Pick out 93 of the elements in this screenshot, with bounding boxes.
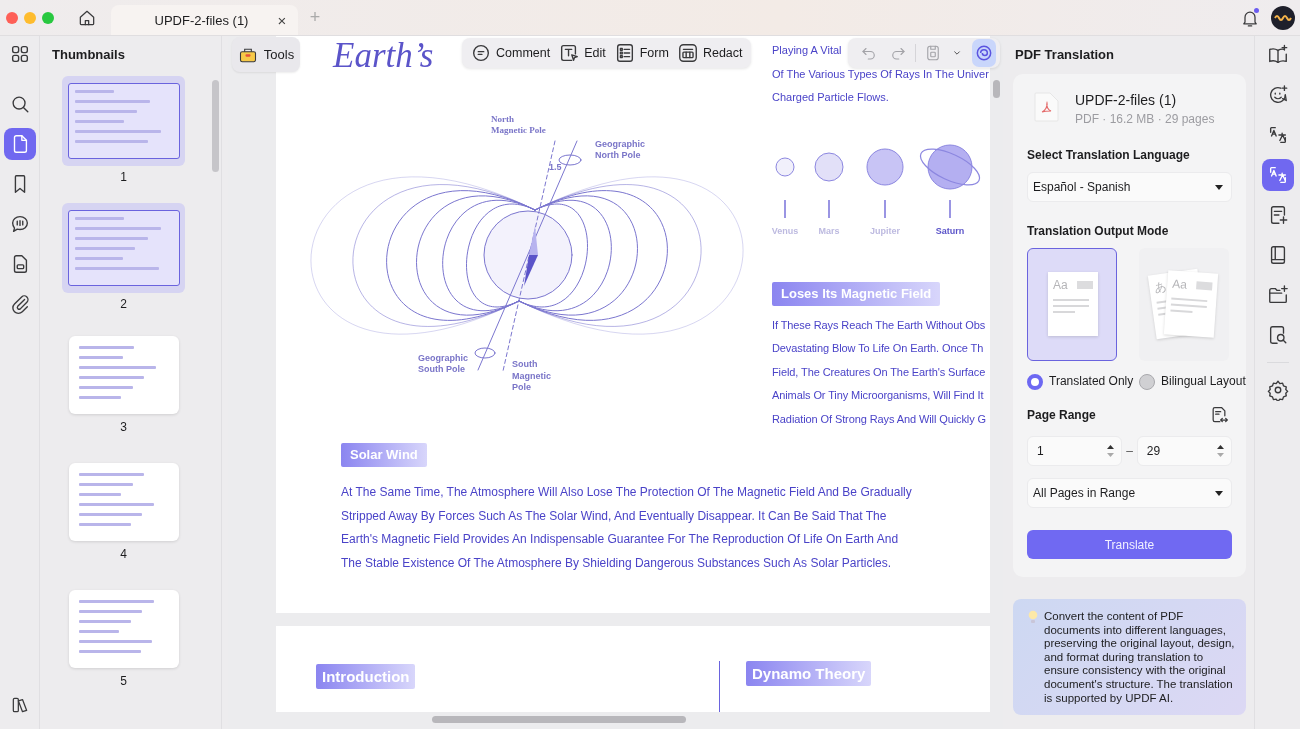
caret-icon: [1215, 184, 1223, 190]
document-title: Earth’s: [333, 36, 435, 76]
tab-close-button[interactable]: ×: [272, 11, 292, 29]
planet-icon: [866, 147, 904, 186]
panel-title: PDF Translation: [1014, 46, 1115, 64]
field-label: Translation Output Mode: [1027, 224, 1170, 238]
planet-icon: [775, 156, 795, 177]
page-scope-dropdown[interactable]: All Pages in Range: [1027, 478, 1232, 508]
tab-title: UPDF-2-files (1): [153, 12, 250, 28]
page-number: 4: [120, 547, 127, 561]
text-line: At The Same Time, The Atmosphere Will Also Lose The Protection Of The Magnetic Field And Be Gradually: [341, 484, 913, 501]
planet-icon: [917, 141, 983, 192]
page-number: 2: [120, 297, 127, 311]
toolbar-button[interactable]: Form: [609, 39, 673, 67]
section-heading: Solar Wind: [341, 443, 427, 467]
field-label: Page Range: [1027, 408, 1096, 422]
number-field[interactable]: 29: [1136, 436, 1232, 466]
text-line: If These Rays Reach The Earth Without Obs: [772, 317, 986, 333]
planet-label: Mars: [818, 224, 840, 238]
radio-button[interactable]: [1027, 374, 1043, 390]
folder-sparkle-icon: [1266, 284, 1289, 306]
text-line: Charged Particle Flows.: [772, 90, 889, 105]
section-heading: Dynamo Theory: [746, 661, 872, 686]
page-thumbnail[interactable]: [62, 203, 185, 293]
book-sparkle-icon: [1266, 44, 1289, 66]
text-line: Playing A Vital: [772, 43, 842, 58]
text-line: Field, The Creatures On The Earth's Surface: [772, 364, 986, 380]
avatar[interactable]: [1271, 5, 1295, 30]
text-line: Radiation Of Strong Rays And Will Quickly G: [772, 411, 986, 427]
diagram-label: North Magnetic Pole: [491, 114, 546, 135]
speech-bubble-icon: [470, 42, 492, 64]
planet-icon: [814, 151, 844, 182]
diagram-label: Geographic North Pole: [595, 139, 645, 160]
file-name: UPDF-2-files (1): [1075, 92, 1178, 108]
sample-text: あ: [1153, 278, 1168, 295]
scrollbar-thumb[interactable]: [212, 80, 219, 172]
radio-button[interactable]: [1139, 374, 1155, 390]
planet-label: Jupiter: [870, 224, 900, 238]
panel-title: Thumbnails: [51, 46, 126, 64]
page-thumbnail[interactable]: [68, 336, 179, 414]
text-line: Stripped Away By Forces Such As The Solar Wind, And Eventually Disappear. It Can Be Said That The: [341, 507, 888, 525]
page-thumbnail[interactable]: [68, 590, 179, 668]
planet-label: Saturn: [935, 224, 965, 238]
notification-dot: [1254, 7, 1259, 13]
toolbar-button[interactable]: Edit: [554, 39, 610, 67]
page-number: 3: [120, 420, 127, 434]
pdf-file-icon: [1033, 92, 1059, 122]
translate-button[interactable]: Translate: [1027, 530, 1232, 559]
lightbulb-icon: [1028, 610, 1038, 625]
radio-label: Translated Only: [1049, 374, 1134, 388]
field-label: Select Translation Language: [1027, 148, 1191, 162]
diagram-label: Geographic South Pole: [418, 353, 468, 374]
text-line: Earth's Magnetic Field Provides An Indispensable Guarantee For The Reproduction Of Life On Earth And: [341, 531, 900, 548]
wave-icon: [1274, 13, 1292, 22]
settings-icon: [1266, 379, 1289, 401]
scrollbar-thumb[interactable]: [993, 80, 1000, 98]
text-line: Animals Or Tiny Microorganisms, Will Find It: [772, 388, 984, 403]
document-tab[interactable]: UPDF-2-files (1) ×: [111, 5, 298, 35]
toolbar-button[interactable]: Comment: [466, 39, 555, 67]
text-line: Of The Various Types Of Rays In The Univer: [772, 66, 989, 82]
sidebar-button[interactable]: [3, 128, 36, 160]
redact-icon: [676, 42, 699, 64]
tools-button[interactable]: Tools: [232, 37, 300, 72]
text-line: The Stable Existence Of The Atmosphere By Shielding Dangerous Substances Such As Solar Particles.: [341, 554, 893, 572]
range-separator: –: [1126, 444, 1133, 458]
stepper-icon: [1107, 444, 1115, 458]
ai-assistant-button[interactable]: [971, 39, 996, 67]
toolbar-button[interactable]: Redact: [672, 39, 747, 67]
section-heading: Introduction: [316, 664, 416, 689]
diagram-label: South Magnetic Pole: [512, 359, 551, 392]
caret-icon: [1215, 490, 1223, 496]
language-dropdown[interactable]: Español - Spanish: [1027, 172, 1232, 202]
sample-text: Aa: [1053, 277, 1068, 292]
radio-label: Bilingual Layout: [1161, 374, 1246, 388]
page-thumbnail[interactable]: [68, 463, 179, 541]
image-placeholder: [1077, 280, 1093, 289]
edit-icon: [558, 42, 581, 64]
sample-text: Aa: [1171, 276, 1188, 292]
scrollbar-thumb[interactable]: [432, 716, 686, 723]
stepper-icon: [1217, 444, 1224, 458]
page-thumbnail[interactable]: [62, 76, 185, 166]
file-details: PDF · 16.2 MB · 29 pages: [1075, 112, 1215, 126]
section-heading: Loses Its Magnetic Field: [772, 281, 941, 306]
sidebar-button[interactable]: [1261, 159, 1294, 191]
diagram-label: 1.5: [549, 162, 562, 172]
info-text: Convert the content of PDF documents into different languages, preserving the original layout, design, and format during translation to ensure consistency with the original document's structure. The translation is supported by UPDF AI.: [1044, 610, 1236, 706]
close-button[interactable]: [6, 11, 18, 24]
planet-label: Venus: [771, 224, 799, 238]
page-number: 5: [120, 674, 127, 688]
text-line: Devastating Blow To Life On Earth. Once Th: [772, 341, 984, 356]
number-field[interactable]: 1: [1027, 436, 1123, 466]
image-placeholder: [1196, 280, 1213, 290]
page-number: 1: [120, 170, 127, 184]
